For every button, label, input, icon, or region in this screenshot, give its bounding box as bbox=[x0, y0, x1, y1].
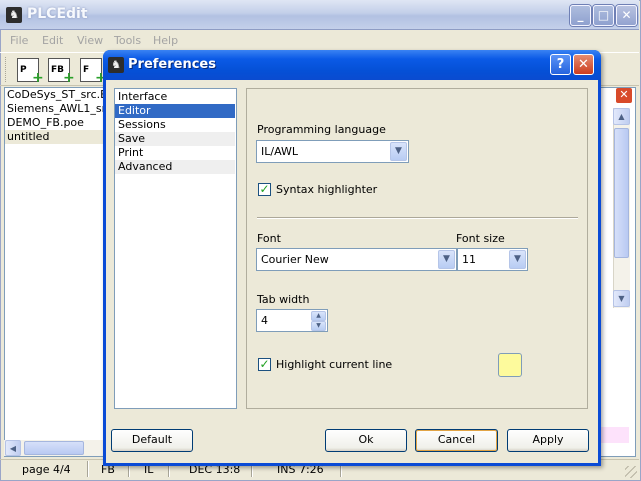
highlight-line-checkbox[interactable]: ✓ bbox=[258, 358, 271, 371]
current-line-highlight bbox=[599, 427, 629, 443]
chevron-down-icon[interactable]: ▼ bbox=[438, 250, 455, 269]
font-value: Courier New bbox=[261, 253, 329, 266]
new-program-label: P bbox=[20, 65, 27, 75]
font-size-value: 11 bbox=[462, 253, 476, 266]
tab-width-value: 4 bbox=[261, 314, 268, 327]
font-label: Font bbox=[257, 232, 281, 245]
font-select[interactable]: Courier New ▼ bbox=[256, 248, 457, 271]
cancel-button[interactable]: Cancel bbox=[415, 429, 498, 452]
section-divider bbox=[257, 217, 578, 219]
category-interface[interactable]: Interface bbox=[115, 90, 235, 104]
file-item-siemens[interactable]: Siemens_AWL1_src bbox=[7, 102, 112, 116]
new-program-icon[interactable]: P + bbox=[17, 58, 44, 85]
dialog-icon: ♞ bbox=[108, 57, 124, 73]
new-function-icon[interactable]: F + bbox=[80, 58, 107, 85]
category-advanced[interactable]: Advanced bbox=[115, 160, 235, 174]
file-item-demo[interactable]: DEMO_FB.poe bbox=[7, 116, 84, 130]
minimize-button[interactable]: _ bbox=[570, 5, 591, 26]
default-button[interactable]: Default bbox=[111, 429, 193, 452]
app-icon: ♞ bbox=[6, 7, 22, 23]
help-button[interactable]: ? bbox=[550, 54, 571, 75]
syntax-highlighter-checkbox[interactable]: ✓ bbox=[258, 183, 271, 196]
dialog-close-button[interactable]: ✕ bbox=[573, 54, 594, 75]
category-editor[interactable]: Editor bbox=[115, 104, 235, 118]
file-item-untitled[interactable]: untitled bbox=[5, 130, 105, 144]
vscroll-thumb[interactable] bbox=[614, 128, 629, 258]
category-save[interactable]: Save bbox=[115, 132, 235, 146]
chevron-down-icon[interactable]: ▼ bbox=[509, 250, 526, 269]
font-size-label: Font size bbox=[456, 232, 505, 245]
spin-down-icon[interactable]: ▼ bbox=[311, 321, 326, 331]
app-title: PLCEdit bbox=[27, 6, 88, 22]
tab-width-spinbox[interactable]: 4 ▲ ▼ bbox=[256, 309, 328, 332]
menu-tools[interactable]: Tools bbox=[114, 34, 141, 47]
close-document-button[interactable]: ✕ bbox=[616, 88, 632, 103]
highlight-color-button[interactable] bbox=[498, 353, 522, 377]
scroll-left-button[interactable]: ◀ bbox=[5, 440, 21, 456]
new-function-block-icon[interactable]: FB + bbox=[48, 58, 75, 85]
menu-view[interactable]: View bbox=[77, 34, 103, 47]
hscroll-thumb[interactable] bbox=[24, 441, 84, 455]
menu-file[interactable]: File bbox=[10, 34, 28, 47]
category-sessions[interactable]: Sessions bbox=[115, 118, 235, 132]
chevron-down-icon[interactable]: ▼ bbox=[390, 142, 407, 161]
programming-language-label: Programming language bbox=[257, 123, 386, 136]
font-size-select[interactable]: 11 ▼ bbox=[457, 248, 528, 271]
dialog-title: Preferences bbox=[128, 57, 216, 72]
status-separator bbox=[87, 461, 89, 477]
tab-width-label: Tab width bbox=[257, 293, 310, 306]
menu-edit[interactable]: Edit bbox=[42, 34, 63, 47]
maximize-button[interactable]: □ bbox=[593, 5, 614, 26]
resize-grip[interactable] bbox=[625, 466, 637, 478]
scroll-up-button[interactable]: ▲ bbox=[613, 108, 630, 125]
menu-help[interactable]: Help bbox=[153, 34, 178, 47]
category-print[interactable]: Print bbox=[115, 146, 235, 160]
programming-language-value: IL/AWL bbox=[261, 145, 299, 158]
toolbar-grip bbox=[5, 57, 8, 82]
new-function-label: F bbox=[83, 65, 90, 75]
status-page: page 4/4 bbox=[22, 463, 71, 476]
highlight-line-label: Highlight current line bbox=[276, 358, 393, 371]
programming-language-select[interactable]: IL/AWL ▼ bbox=[256, 140, 409, 163]
scroll-down-button[interactable]: ▼ bbox=[613, 290, 630, 307]
syntax-highlighter-label: Syntax highlighter bbox=[276, 183, 378, 196]
ok-button[interactable]: Ok bbox=[325, 429, 407, 452]
app-close-button[interactable]: ✕ bbox=[616, 5, 637, 26]
spin-up-icon[interactable]: ▲ bbox=[311, 311, 326, 321]
main-title-bar[interactable] bbox=[0, 0, 639, 30]
apply-button[interactable]: Apply bbox=[507, 429, 589, 452]
